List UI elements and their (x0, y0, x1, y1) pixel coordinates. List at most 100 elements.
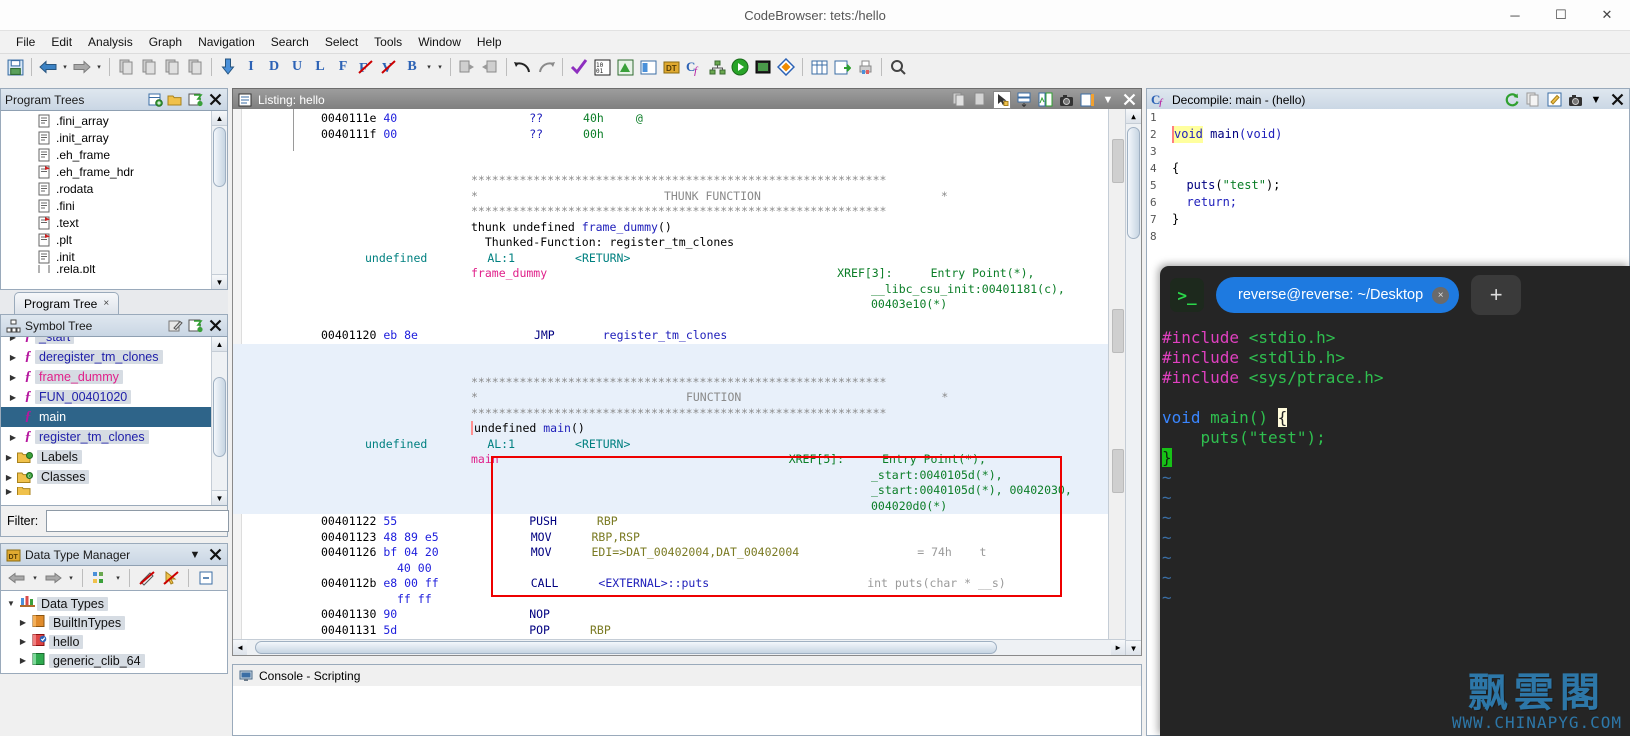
table-icon[interactable] (808, 56, 830, 78)
maximize-button[interactable]: ☐ (1538, 0, 1584, 30)
listing-hscrollbar[interactable]: ◀ ▶ (233, 639, 1125, 655)
function-filter-f-icon[interactable]: F (332, 56, 354, 78)
decompiler-line[interactable]: 1 (1147, 109, 1629, 126)
listing-code[interactable]: 0040111e 40?? 40h @ 0040111f 00?? 00h *****… (233, 111, 1125, 639)
snapshot-prev-icon[interactable] (115, 56, 137, 78)
binary-view-icon[interactable]: 10 01 (591, 56, 613, 78)
listing-marker-margin[interactable] (1108, 109, 1125, 655)
dtm-filter-icon[interactable] (89, 567, 111, 589)
symbol-item-deregister-tm-clones[interactable]: ▶ ƒ deregister_tm_clones (1, 347, 211, 367)
symbol-tree-scrollbar[interactable]: ▲ ▼ (211, 337, 227, 505)
expand-arrow-icon[interactable]: ▶ (5, 353, 21, 362)
symbol-item-frame-dummy[interactable]: ▶ ƒ frame_dummy (1, 367, 211, 387)
bytes-filter-b-icon[interactable]: B (401, 56, 423, 78)
scroll-down-icon[interactable]: ▼ (212, 274, 227, 289)
scroll-down-icon[interactable]: ▼ (212, 490, 227, 505)
listing-toggle-icon[interactable] (1079, 92, 1095, 108)
redo-icon[interactable] (535, 56, 557, 78)
dtm-no-pointer-icon[interactable] (160, 567, 182, 589)
hscrollbar-thumb[interactable] (255, 641, 997, 654)
listing-label-line[interactable]: main XREF[5]: Entry Point(*), (233, 452, 1125, 468)
data-type-manager-body[interactable]: ▼ Data Types ▶ BuiltInTypes ▶ hello ▶ ge… (0, 591, 228, 674)
tab-program-tree[interactable]: Program Tree × (14, 292, 120, 314)
listing-line[interactable]: 0040111f 00?? 00h (233, 127, 1125, 143)
listing-line[interactable]: 00401131 5d POP RBP (233, 623, 1125, 639)
decompiler-copy-icon[interactable] (1525, 92, 1541, 108)
listing-line[interactable]: 00401122 55 PUSH RBP (233, 514, 1125, 530)
listing-line[interactable]: 00401130 90 NOP (233, 607, 1125, 623)
scroll-right-icon[interactable]: ▶ (1111, 640, 1125, 655)
listing-copy-icon[interactable] (951, 92, 967, 108)
decompiler-line[interactable]: 4{ (1147, 160, 1629, 177)
expand-arrow-icon[interactable]: ▶ (5, 373, 21, 382)
decompiler-line[interactable]: 2 void main (void) (1147, 126, 1629, 143)
menu-help[interactable]: Help (469, 33, 510, 51)
dtm-item-hello[interactable]: ▶ hello (1, 632, 227, 651)
expand-arrow-icon[interactable]: ▶ (15, 656, 31, 665)
menu-file[interactable]: File (8, 33, 43, 51)
symbol-tree-body[interactable]: ▶ ƒ _start ▶ ƒ deregister_tm_clones ▶ ƒ … (0, 337, 228, 506)
menu-select[interactable]: Select (317, 33, 366, 51)
collapse-arrow-icon[interactable]: ▼ (3, 599, 19, 608)
decompiler-line[interactable]: 8 (1147, 228, 1629, 245)
tab-close-icon[interactable]: × (103, 298, 109, 309)
data-filter-d-icon[interactable]: D (263, 56, 285, 78)
tree-item-fini[interactable]: .fini (1, 197, 211, 214)
tree-item-init-array[interactable]: .init_array (1, 129, 211, 146)
scroll-up-icon[interactable]: ▲ (212, 337, 227, 352)
dtm-item-generic-clib-64[interactable]: ▶ generic_clib_64 (1, 651, 227, 670)
listing-cursor-icon[interactable] (993, 90, 1011, 109)
undo-icon[interactable] (512, 56, 534, 78)
menu-navigation[interactable]: Navigation (190, 33, 263, 51)
snapshot-paste-icon[interactable] (184, 56, 206, 78)
add-tree-icon[interactable] (187, 92, 203, 108)
listing-menu-icon[interactable]: ▼ (1100, 92, 1116, 108)
scroll-up-icon[interactable]: ▲ (1126, 109, 1141, 124)
overflow-dropdown-icon[interactable]: ▾ (435, 63, 445, 71)
listing-layout-icon[interactable] (1016, 92, 1032, 108)
undefined-filter-u-icon[interactable]: U (286, 56, 308, 78)
expand-arrow-icon[interactable]: ▶ (15, 637, 31, 646)
function-graph-icon[interactable]: Cf (683, 56, 705, 78)
scroll-down-icon[interactable]: ▼ (1126, 640, 1141, 655)
checkmark-icon[interactable] (568, 56, 590, 78)
listing-diff-icon[interactable] (1037, 92, 1053, 108)
listing-snapshot-icon[interactable] (1058, 92, 1074, 108)
terminal-window[interactable]: >_ reverse@reverse: ~/Desktop × + #inclu… (1160, 266, 1630, 736)
listing-line[interactable]: 00401120 eb 8e JMP register_tm_clones (233, 328, 1125, 344)
snapshot-copy-icon[interactable] (161, 56, 183, 78)
listing-line[interactable]: 00401126 bf 04 20 MOV EDI=>DAT_00402004,DA… (233, 545, 1125, 561)
symbol-item-fun-00401020[interactable]: ▶ ƒ FUN_00401020 (1, 387, 211, 407)
dtm-collapse-icon[interactable] (195, 567, 217, 589)
no-vector-icon[interactable]: V (378, 56, 400, 78)
tree-item-init[interactable]: .init (1, 248, 211, 265)
data-type-icon[interactable]: DT (660, 56, 682, 78)
listing-line[interactable]: 0040111e 40?? 40h @ (233, 111, 1125, 127)
dtm-forward-icon[interactable] (42, 567, 64, 589)
back-dropdown-icon[interactable]: ▾ (60, 63, 70, 71)
add-symbol-icon[interactable] (187, 318, 203, 334)
close-button[interactable]: ✕ (1584, 0, 1630, 30)
menu-graph[interactable]: Graph (141, 33, 190, 51)
listing-signature-line[interactable]: thunk undefined frame_dummy() (233, 220, 1125, 236)
close-listing-icon[interactable] (1121, 92, 1137, 108)
listing-label-line[interactable]: frame_dummy XREF[3]: Entry Point(*), (233, 266, 1125, 282)
tree-item-rela-plt[interactable]: .rela.plt (1, 265, 211, 273)
tree-item-text[interactable]: .text (1, 214, 211, 231)
symbol-table-icon[interactable] (637, 56, 659, 78)
no-flow-icon[interactable]: F (355, 56, 377, 78)
menu-edit[interactable]: Edit (43, 33, 80, 51)
decompiler-line[interactable]: 6 return; (1147, 194, 1629, 211)
symbol-item-register-tm-clones[interactable]: ▶ ƒ register_tm_clones (1, 427, 211, 447)
close-program-trees-icon[interactable] (207, 92, 223, 108)
back-arrow-icon[interactable] (37, 56, 59, 78)
scrollbar-thumb[interactable] (213, 127, 226, 187)
decompiler-edit-icon[interactable] (1546, 92, 1562, 108)
expand-arrow-icon[interactable]: ▶ (5, 337, 21, 342)
instruction-filter-i-icon[interactable]: I (240, 56, 262, 78)
listing-line[interactable]: 40 00 (233, 561, 1125, 577)
forward-dropdown-icon[interactable]: ▾ (94, 63, 104, 71)
listing-signature-line[interactable]: undefined main() (233, 421, 1125, 437)
expand-arrow-icon[interactable]: ▶ (1, 453, 17, 462)
decompiler-call-name[interactable]: puts (1186, 177, 1215, 194)
